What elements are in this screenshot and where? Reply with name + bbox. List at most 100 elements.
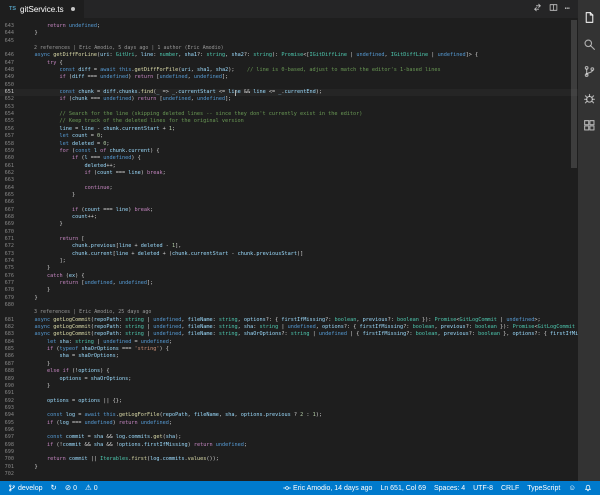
code-line[interactable]: 662 if (count === line) break; xyxy=(0,170,578,177)
scrollbar-thumb[interactable] xyxy=(571,20,577,168)
code-line[interactable]: 660 if (l === undefined) { xyxy=(0,155,578,162)
code-line[interactable]: 701 } xyxy=(0,464,578,471)
status-feedback[interactable]: ☺ xyxy=(564,481,580,495)
line-number[interactable]: 658 xyxy=(0,141,22,148)
code-line[interactable]: 683 async getLogCommit(repoPath: string … xyxy=(0,331,578,338)
code-line[interactable]: 661 deleted++; xyxy=(0,163,578,170)
codelens[interactable]: 2 references | Eric Amodio, 5 days ago |… xyxy=(0,45,578,52)
line-number[interactable]: 645 xyxy=(0,38,22,45)
line-number[interactable]: 676 xyxy=(0,273,22,280)
code-line[interactable]: 700 return commit || Iterables.first(log… xyxy=(0,456,578,463)
line-number[interactable]: 651 xyxy=(0,89,22,96)
line-number[interactable]: 663 xyxy=(0,177,22,184)
line-number[interactable]: 661 xyxy=(0,163,22,170)
line-number[interactable]: 647 xyxy=(0,60,22,67)
status-warnings[interactable]: ⚠ 0 xyxy=(81,481,102,495)
line-number[interactable]: 672 xyxy=(0,243,22,250)
code-line[interactable]: 675 } xyxy=(0,265,578,272)
code-line[interactable]: 650 xyxy=(0,82,578,89)
line-number[interactable]: 654 xyxy=(0,111,22,118)
code-line[interactable]: 702 xyxy=(0,471,578,478)
line-number[interactable]: 643 xyxy=(0,23,22,30)
code-line[interactable]: 645 xyxy=(0,38,578,45)
status-errors[interactable]: ⊘ 0 xyxy=(61,481,81,495)
code-line[interactable]: 690 } xyxy=(0,383,578,390)
code-line[interactable]: 680 xyxy=(0,302,578,309)
code-line[interactable]: 655 // Keep track of the deleted lines f… xyxy=(0,118,578,125)
code-line[interactable]: 693 xyxy=(0,405,578,412)
codelens[interactable]: 3 references | Eric Amodio, 25 days ago xyxy=(0,309,578,316)
split-editor-button[interactable] xyxy=(549,3,558,15)
line-number[interactable]: 694 xyxy=(0,412,22,419)
status-branch[interactable]: develop xyxy=(4,481,47,495)
line-number[interactable]: 666 xyxy=(0,199,22,206)
line-number[interactable]: 681 xyxy=(0,317,22,324)
line-number[interactable]: 691 xyxy=(0,390,22,397)
code-line[interactable]: 672 chunk.previous[line + deleted - 1], xyxy=(0,243,578,250)
code-line[interactable]: 667 if (count === line) break; xyxy=(0,207,578,214)
line-number[interactable]: 660 xyxy=(0,155,22,162)
line-number[interactable]: 687 xyxy=(0,361,22,368)
code-line[interactable]: 646 async getDiffForLine(uri: GitUri, li… xyxy=(0,52,578,59)
code-line[interactable]: 685 if (typeof shaOrOptions === 'string'… xyxy=(0,346,578,353)
code-line[interactable]: 686 sha = shaOrOptions; xyxy=(0,353,578,360)
code-line[interactable]: 679 } xyxy=(0,295,578,302)
status-cursor-position[interactable]: Ln 651, Col 69 xyxy=(376,481,430,495)
line-number[interactable]: 659 xyxy=(0,148,22,155)
code-line[interactable]: 643 return undefined; xyxy=(0,23,578,30)
line-number[interactable]: 699 xyxy=(0,449,22,456)
line-number[interactable]: 649 xyxy=(0,74,22,81)
status-encoding[interactable]: UTF-8 xyxy=(469,481,497,495)
code-line[interactable]: 663 xyxy=(0,177,578,184)
status-language[interactable]: TypeScript xyxy=(523,481,564,495)
line-number[interactable]: 668 xyxy=(0,214,22,221)
line-number[interactable]: 664 xyxy=(0,185,22,192)
code-line[interactable]: 652 if (chunk === undefined) return [und… xyxy=(0,96,578,103)
line-number[interactable]: 688 xyxy=(0,368,22,375)
activity-bar-item-debug[interactable] xyxy=(578,86,600,113)
status-indentation[interactable]: Spaces: 4 xyxy=(430,481,469,495)
line-number[interactable]: 648 xyxy=(0,67,22,74)
code-line[interactable]: 691 xyxy=(0,390,578,397)
line-number[interactable]: 665 xyxy=(0,192,22,199)
code-line[interactable]: 689 options = shaOrOptions; xyxy=(0,376,578,383)
line-number[interactable]: 670 xyxy=(0,229,22,236)
code-line[interactable]: 695 if (log === undefined) return undefi… xyxy=(0,420,578,427)
line-number[interactable]: 689 xyxy=(0,376,22,383)
more-actions-button[interactable]: ⋯ xyxy=(565,4,570,14)
activity-bar-item-explorer[interactable] xyxy=(578,5,600,32)
code-line[interactable]: 697 const commit = sha && log.commits.ge… xyxy=(0,434,578,441)
line-number[interactable]: 680 xyxy=(0,302,22,309)
line-number[interactable]: 655 xyxy=(0,118,22,125)
line-number[interactable]: 686 xyxy=(0,353,22,360)
line-number[interactable]: 650 xyxy=(0,82,22,89)
status-notifications[interactable] xyxy=(580,481,596,495)
tab-gitservice-ts[interactable]: TS gitService.ts xyxy=(0,0,84,18)
code-line[interactable]: 665 } xyxy=(0,192,578,199)
code-line[interactable]: 677 return [undefined, undefined]; xyxy=(0,280,578,287)
code-line[interactable]: 656 line = line - chunk.currentStart + 1… xyxy=(0,126,578,133)
code-line[interactable]: 678 } xyxy=(0,287,578,294)
line-number[interactable]: 669 xyxy=(0,221,22,228)
code-line[interactable]: 687 } xyxy=(0,361,578,368)
code-line[interactable]: 670 xyxy=(0,229,578,236)
line-number[interactable]: 653 xyxy=(0,104,22,111)
code-line[interactable]: 682 async getLogCommit(repoPath: string … xyxy=(0,324,578,331)
code-line[interactable]: 671 return [ xyxy=(0,236,578,243)
line-number[interactable]: 700 xyxy=(0,456,22,463)
line-number[interactable]: 656 xyxy=(0,126,22,133)
line-number[interactable]: 644 xyxy=(0,30,22,37)
code-line[interactable]: 669 } xyxy=(0,221,578,228)
line-number[interactable]: 667 xyxy=(0,207,22,214)
line-number[interactable]: 697 xyxy=(0,434,22,441)
line-number[interactable]: 674 xyxy=(0,258,22,265)
editor-scrollbar[interactable] xyxy=(570,18,578,481)
code-line[interactable]: 688 else if (!options) { xyxy=(0,368,578,375)
code-line[interactable]: 676 catch (ex) { xyxy=(0,273,578,280)
activity-bar-item-extensions[interactable] xyxy=(578,113,600,140)
line-number[interactable]: 685 xyxy=(0,346,22,353)
modified-indicator-icon[interactable] xyxy=(70,7,75,11)
line-number[interactable]: 675 xyxy=(0,265,22,272)
line-number[interactable]: 693 xyxy=(0,405,22,412)
line-number[interactable]: 684 xyxy=(0,339,22,346)
